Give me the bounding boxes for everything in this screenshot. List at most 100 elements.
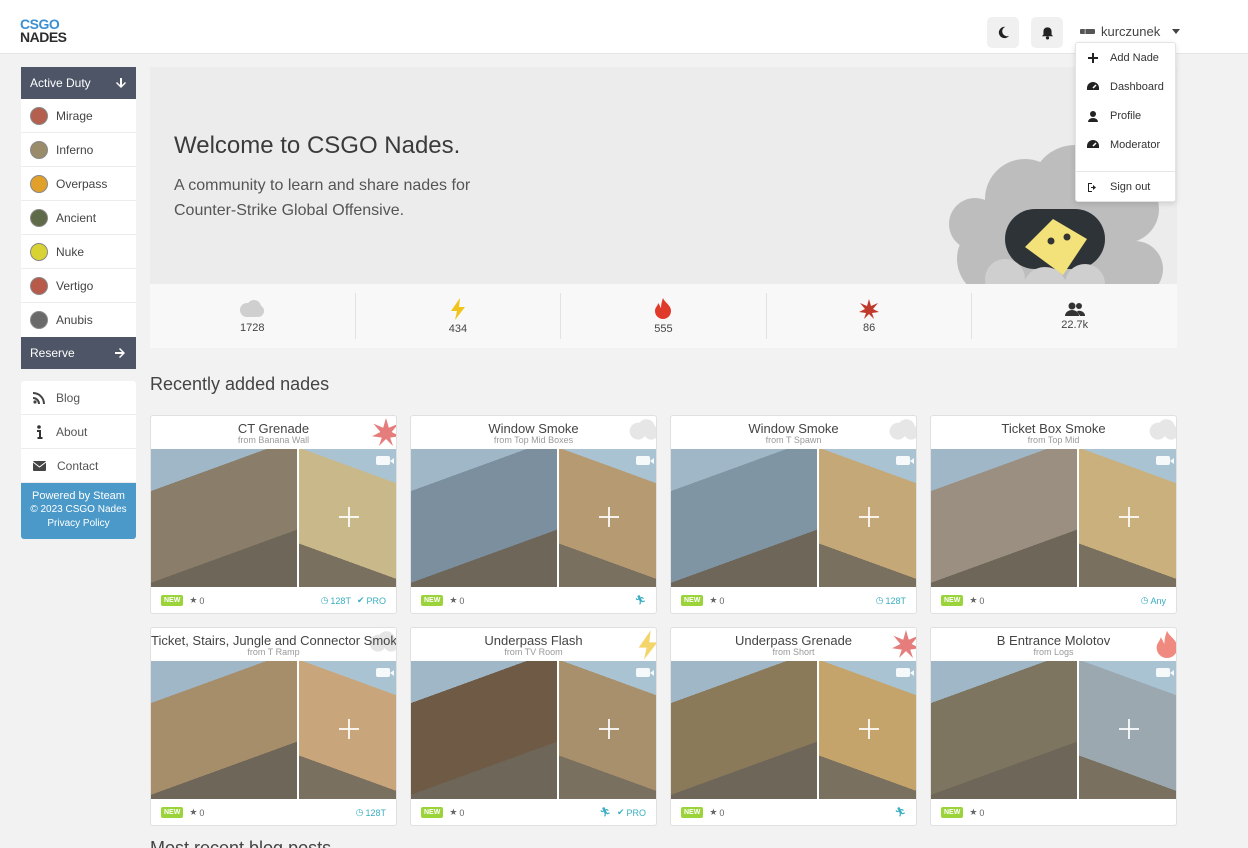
pro-badge: PRO bbox=[366, 595, 386, 606]
menu-divider bbox=[1076, 171, 1175, 172]
nade-card[interactable]: CT Grenade from Banana Wall NEW ★ 0 ◷ 128T ✔ PRO bbox=[150, 415, 397, 614]
nade-card[interactable]: Window Smoke from Top Mid Boxes NEW ★ 0 🏃︎ bbox=[410, 415, 657, 614]
nade-card-footer: NEW ★ 0 🏃︎ bbox=[411, 587, 656, 613]
nade-tags: 🏃︎ ✔ PRO bbox=[600, 807, 647, 818]
nade-preview-image[interactable] bbox=[931, 661, 1176, 799]
nade-preview-image[interactable] bbox=[671, 449, 916, 587]
overpass-map-icon bbox=[30, 174, 48, 193]
stat-grenades: 86 bbox=[767, 293, 973, 339]
menu-item-add-nade[interactable]: Add Nade bbox=[1076, 46, 1175, 70]
nade-card[interactable]: Ticket Box Smoke from Top Mid NEW ★ 0 ◷ Any bbox=[930, 415, 1177, 614]
sidebar-item-anubis[interactable]: Anubis bbox=[21, 303, 136, 337]
lineup-image bbox=[671, 661, 819, 799]
nade-card-footer: NEW ★ 0 ◷ Any bbox=[931, 587, 1176, 613]
top-header: CSGO NADES kurczunek bbox=[0, 0, 1248, 54]
recent-nades-title: Recently added nades bbox=[150, 374, 330, 394]
active-duty-header[interactable]: Active Duty bbox=[21, 67, 136, 99]
stats-bar: 1728 434 555 86 22.7k bbox=[150, 284, 1177, 348]
plus-icon bbox=[1088, 53, 1098, 63]
crosshair-icon bbox=[339, 507, 359, 527]
nade-preview-image[interactable] bbox=[411, 661, 656, 799]
nade-preview-image[interactable] bbox=[151, 661, 396, 799]
dark-mode-toggle-button[interactable] bbox=[987, 17, 1019, 48]
nade-card[interactable]: Window Smoke from T Spawn NEW ★ 0 ◷ 128T bbox=[670, 415, 917, 614]
nade-title: Ticket Box Smoke bbox=[1001, 421, 1106, 436]
steam-footer: Powered by Steam © 2023 CSGO Nades Priva… bbox=[21, 483, 136, 539]
nade-preview-image[interactable] bbox=[671, 661, 916, 799]
nuke-map-icon bbox=[30, 242, 48, 261]
sidebar-item-ancient[interactable]: Ancient bbox=[21, 201, 136, 235]
nade-origin: from T Spawn bbox=[765, 435, 822, 445]
sidebar-item-vertigo[interactable]: Vertigo bbox=[21, 269, 136, 303]
rating-count: 0 bbox=[979, 807, 985, 818]
menu-item-moderator[interactable]: Moderator bbox=[1076, 133, 1175, 157]
sidebar-item-about[interactable]: About bbox=[21, 415, 136, 449]
privacy-policy-link[interactable]: Privacy Policy bbox=[25, 517, 132, 531]
video-camera-icon bbox=[1156, 456, 1174, 465]
nade-tags: ◷ Any bbox=[1141, 595, 1166, 606]
nade-title: B Entrance Molotov bbox=[996, 633, 1111, 648]
nade-title: Ticket, Stairs, Jungle and Connector Smo… bbox=[151, 633, 397, 648]
result-image bbox=[1079, 661, 1176, 799]
rating-count: 0 bbox=[979, 595, 985, 606]
new-badge: NEW bbox=[161, 595, 184, 606]
video-camera-icon bbox=[636, 668, 654, 677]
menu-item-dashboard[interactable]: Dashboard bbox=[1076, 75, 1175, 99]
menu-item-label: Sign out bbox=[1110, 181, 1151, 193]
powered-by-steam[interactable]: Powered by Steam bbox=[25, 489, 132, 503]
star-icon: ★ bbox=[449, 807, 458, 817]
recent-blog-posts-title: Most recent blog posts bbox=[150, 838, 332, 848]
nade-preview-image[interactable] bbox=[151, 449, 396, 587]
tickrate: Any bbox=[1150, 595, 1166, 606]
rating-count: 0 bbox=[719, 595, 725, 606]
sidebar-links-card: Blog About Contact Powered by Steam © 20… bbox=[21, 381, 136, 539]
stat-value: 434 bbox=[448, 322, 468, 335]
star-icon: ★ bbox=[189, 595, 198, 605]
stat-value: 86 bbox=[862, 321, 876, 334]
menu-item-sign-out[interactable]: Sign out bbox=[1076, 175, 1175, 199]
copyright: © 2023 CSGO Nades bbox=[30, 504, 127, 515]
video-camera-icon bbox=[896, 668, 914, 677]
menu-item-profile[interactable]: Profile bbox=[1076, 104, 1175, 128]
rss-icon bbox=[33, 391, 45, 404]
map-label: Inferno bbox=[56, 142, 94, 157]
result-image bbox=[819, 661, 916, 799]
nade-preview-image[interactable] bbox=[411, 449, 656, 587]
star-icon: ★ bbox=[969, 595, 978, 605]
nade-card[interactable]: Underpass Flash from TV Room NEW ★ 0 🏃︎ ✔ PRO bbox=[410, 627, 657, 826]
video-camera-icon bbox=[636, 456, 654, 465]
pro-badge: PRO bbox=[626, 807, 646, 818]
map-label: Overpass bbox=[56, 176, 108, 191]
sidebar-item-contact[interactable]: Contact bbox=[21, 449, 136, 483]
stat-value: 1728 bbox=[240, 321, 265, 334]
nade-card[interactable]: Underpass Grenade from Short NEW ★ 0 🏃︎ bbox=[670, 627, 917, 826]
sidebar-item-overpass[interactable]: Overpass bbox=[21, 167, 136, 201]
sidebar-item-mirage[interactable]: Mirage bbox=[21, 99, 136, 133]
flash-icon bbox=[450, 297, 465, 320]
new-badge: NEW bbox=[161, 807, 184, 818]
lineup-image bbox=[151, 449, 299, 587]
user-menu-toggle[interactable]: kurczunek bbox=[1080, 24, 1181, 39]
nade-tags: 🏃︎ bbox=[895, 807, 906, 818]
nade-tags: ◷ 128T ✔ PRO bbox=[321, 595, 386, 606]
nade-title: CT Grenade bbox=[237, 421, 310, 436]
map-label: Vertigo bbox=[56, 278, 94, 293]
reserve-header[interactable]: Reserve bbox=[21, 337, 136, 369]
tick-icon: ◷ bbox=[875, 595, 884, 605]
nade-card[interactable]: B Entrance Molotov from Logs NEW ★ 0 bbox=[930, 627, 1177, 826]
notifications-button[interactable] bbox=[1031, 17, 1063, 48]
star-icon: ★ bbox=[709, 807, 718, 817]
nade-preview-image[interactable] bbox=[931, 449, 1176, 587]
crosshair-icon bbox=[859, 719, 879, 739]
nade-card-footer: NEW ★ 0 ◷ 128T ✔ PRO bbox=[151, 587, 396, 613]
sidebar-item-blog[interactable]: Blog bbox=[21, 381, 136, 415]
ancient-map-icon bbox=[30, 208, 48, 227]
molotov-icon bbox=[655, 297, 672, 319]
sidebar-item-inferno[interactable]: Inferno bbox=[21, 133, 136, 167]
site-logo[interactable]: CSGO NADES bbox=[20, 17, 67, 44]
nade-title: Window Smoke bbox=[488, 421, 579, 436]
sidebar-item-nuke[interactable]: Nuke bbox=[21, 235, 136, 269]
nade-card[interactable]: Ticket, Stairs, Jungle and Connector Smo… bbox=[150, 627, 397, 826]
video-camera-icon bbox=[1156, 668, 1174, 677]
nade-title: Underpass Flash bbox=[484, 633, 583, 648]
